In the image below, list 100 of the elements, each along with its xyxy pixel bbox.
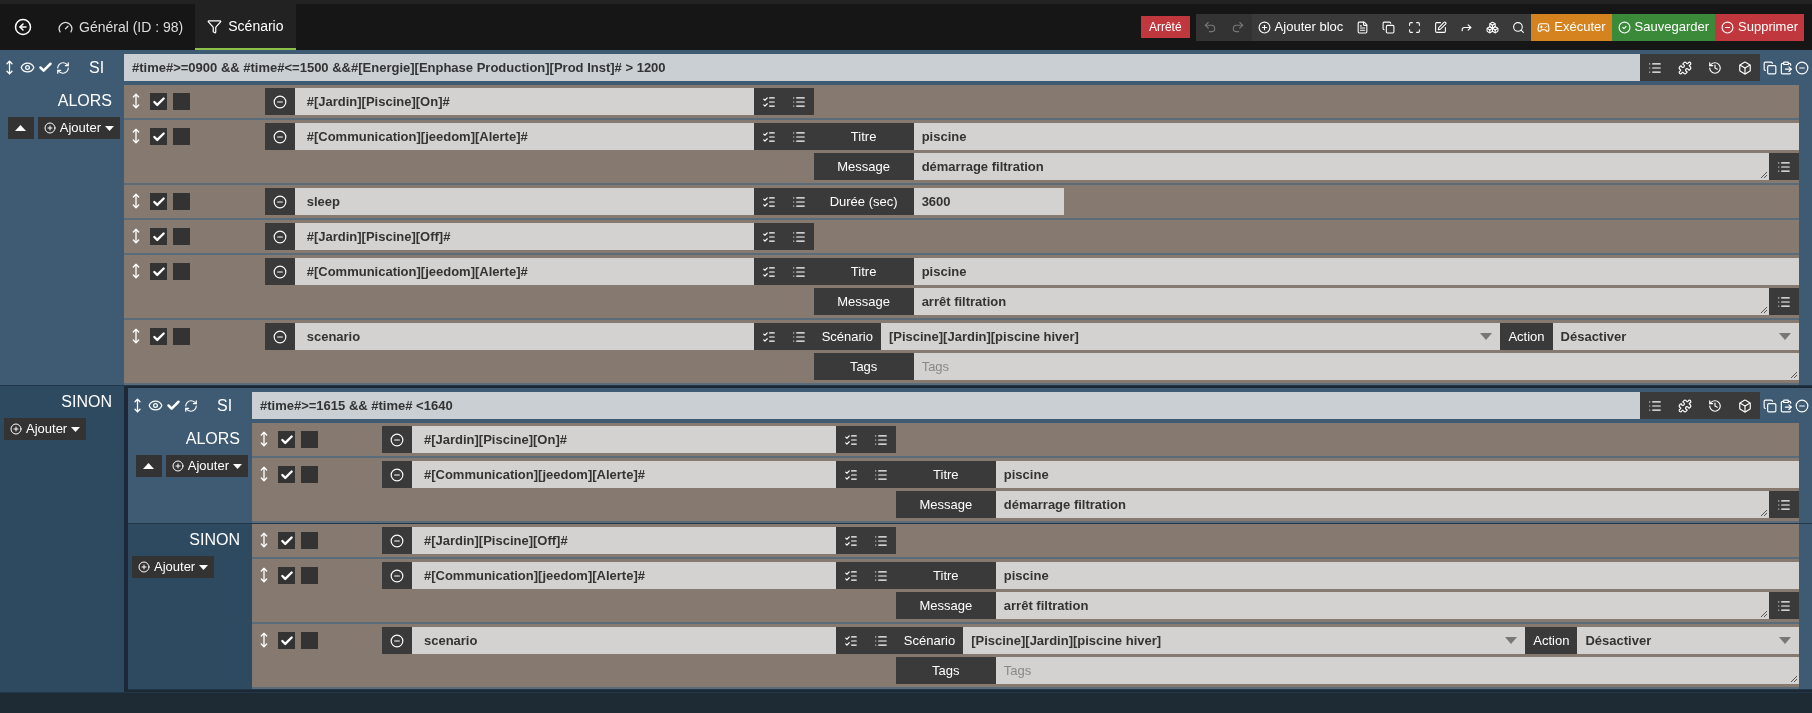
- command-field[interactable]: #[Communication][jeedom][Alerte]#: [294, 258, 754, 285]
- remove-icon[interactable]: [1795, 398, 1809, 413]
- select-field[interactable]: [Piscine][Jardin][piscine hiver]: [880, 323, 1501, 350]
- resize-handle-icon[interactable]: [1760, 509, 1768, 517]
- collapse-button[interactable]: [7, 117, 34, 139]
- add-dropdown-button[interactable]: Ajouter: [37, 117, 120, 139]
- remove-icon[interactable]: [1795, 60, 1809, 75]
- list-button[interactable]: [1640, 54, 1670, 81]
- copy-icon[interactable]: [1763, 398, 1777, 413]
- list-check-button[interactable]: [835, 562, 866, 589]
- command-field[interactable]: scenario: [411, 627, 836, 654]
- condition-field[interactable]: #time#>=1615 && #time# <1640: [252, 392, 1640, 419]
- checkbox[interactable]: [150, 328, 167, 345]
- tab[interactable]: Scénario: [195, 4, 296, 50]
- add-block-button[interactable]: Ajouter bloc: [1251, 13, 1350, 41]
- list-check-button[interactable]: [753, 88, 784, 115]
- refresh-icon[interactable]: [56, 60, 70, 75]
- checkbox[interactable]: [173, 228, 190, 245]
- checkbox[interactable]: [278, 632, 295, 649]
- back-icon[interactable]: [14, 18, 32, 36]
- list-button[interactable]: [1769, 153, 1799, 180]
- checkbox[interactable]: [173, 128, 190, 145]
- checkbox[interactable]: [301, 532, 318, 549]
- list-check-button[interactable]: [753, 223, 784, 250]
- message-field[interactable]: démarrage filtration: [913, 153, 1769, 180]
- remove-button[interactable]: [381, 426, 412, 453]
- eye-icon[interactable]: [148, 398, 163, 413]
- add-dropdown-button[interactable]: Ajouter: [4, 418, 87, 440]
- select-field[interactable]: [Piscine][Jardin][piscine hiver]: [963, 627, 1526, 654]
- list-button[interactable]: [783, 223, 814, 250]
- command-field[interactable]: scenario: [294, 323, 754, 350]
- resize-handle-icon[interactable]: [1760, 306, 1768, 314]
- remove-button[interactable]: [264, 258, 295, 285]
- checkbox[interactable]: [150, 263, 167, 280]
- resize-handle-icon[interactable]: [1790, 371, 1798, 379]
- resize-handle-icon[interactable]: [1760, 171, 1768, 179]
- paste-icon[interactable]: [1779, 398, 1793, 413]
- checkbox[interactable]: [173, 93, 190, 110]
- box-button[interactable]: [1730, 392, 1760, 419]
- list-button[interactable]: [1769, 288, 1799, 315]
- checkbox[interactable]: [173, 328, 190, 345]
- checkbox[interactable]: [173, 263, 190, 280]
- command-field[interactable]: #[Communication][jeedom][Alerte]#: [411, 562, 836, 589]
- message-field[interactable]: arrêt filtration: [913, 288, 1769, 315]
- list-check-button[interactable]: [753, 258, 784, 285]
- resize-handle-icon[interactable]: [1790, 675, 1798, 683]
- condition-field[interactable]: #time#>=0900 && #time#<=1500 &&#[Energie][Enphase Production][Prod Inst]# > 1200: [124, 54, 1640, 81]
- text-field[interactable]: piscine: [995, 461, 1799, 488]
- list-button[interactable]: [1640, 392, 1670, 419]
- add-dropdown-button[interactable]: Ajouter: [132, 556, 215, 578]
- checkbox[interactable]: [278, 532, 295, 549]
- checkbox[interactable]: [150, 93, 167, 110]
- command-field[interactable]: #[Jardin][Piscine][On]#: [294, 88, 754, 115]
- resize-handle-icon[interactable]: [1760, 610, 1768, 618]
- remove-button[interactable]: [381, 627, 412, 654]
- search-button[interactable]: [1505, 13, 1532, 41]
- box-button[interactable]: [1730, 54, 1760, 81]
- command-field[interactable]: #[Jardin][Piscine][On]#: [411, 426, 836, 453]
- message-field[interactable]: démarrage filtration: [995, 491, 1769, 518]
- paste-icon[interactable]: [1779, 60, 1793, 75]
- tab[interactable]: Général (ID : 98): [46, 4, 196, 50]
- collapse-button[interactable]: [135, 455, 162, 477]
- checkbox[interactable]: [301, 567, 318, 584]
- checkbox[interactable]: [301, 431, 318, 448]
- list-check-button[interactable]: [835, 627, 866, 654]
- list-button[interactable]: [865, 426, 896, 453]
- checkbox[interactable]: [278, 466, 295, 483]
- text-field[interactable]: piscine: [995, 562, 1799, 589]
- remove-button[interactable]: [264, 188, 295, 215]
- checkbox[interactable]: [278, 431, 295, 448]
- eye-icon[interactable]: [20, 60, 35, 75]
- remove-button[interactable]: [264, 223, 295, 250]
- copy-icon[interactable]: [1763, 60, 1777, 75]
- list-check-button[interactable]: [835, 461, 866, 488]
- checkbox[interactable]: [166, 398, 181, 413]
- message-field[interactable]: arrêt filtration: [995, 592, 1769, 619]
- checkbox[interactable]: [150, 193, 167, 210]
- command-field[interactable]: #[Communication][jeedom][Alerte]#: [411, 461, 836, 488]
- delete-button[interactable]: Supprimer: [1715, 13, 1804, 41]
- checkbox[interactable]: [38, 60, 53, 75]
- checkbox[interactable]: [278, 567, 295, 584]
- text-field[interactable]: piscine: [913, 123, 1799, 150]
- text-field[interactable]: piscine: [913, 258, 1799, 285]
- checkbox[interactable]: [301, 632, 318, 649]
- remove-button[interactable]: [381, 461, 412, 488]
- command-field[interactable]: #[Jardin][Piscine][Off]#: [294, 223, 754, 250]
- save-button[interactable]: Sauvegarder: [1611, 13, 1716, 41]
- list-check-button[interactable]: [835, 426, 866, 453]
- checkbox[interactable]: [301, 466, 318, 483]
- checkbox[interactable]: [150, 228, 167, 245]
- list-check-button[interactable]: [835, 527, 866, 554]
- checkbox[interactable]: [173, 193, 190, 210]
- command-field[interactable]: sleep: [294, 188, 754, 215]
- remove-button[interactable]: [264, 88, 295, 115]
- select-field[interactable]: Désactiver: [1577, 627, 1799, 654]
- remove-button[interactable]: [264, 323, 295, 350]
- list-check-button[interactable]: [753, 323, 784, 350]
- refresh-icon[interactable]: [184, 398, 198, 413]
- list-check-button[interactable]: [753, 188, 784, 215]
- remove-button[interactable]: [381, 527, 412, 554]
